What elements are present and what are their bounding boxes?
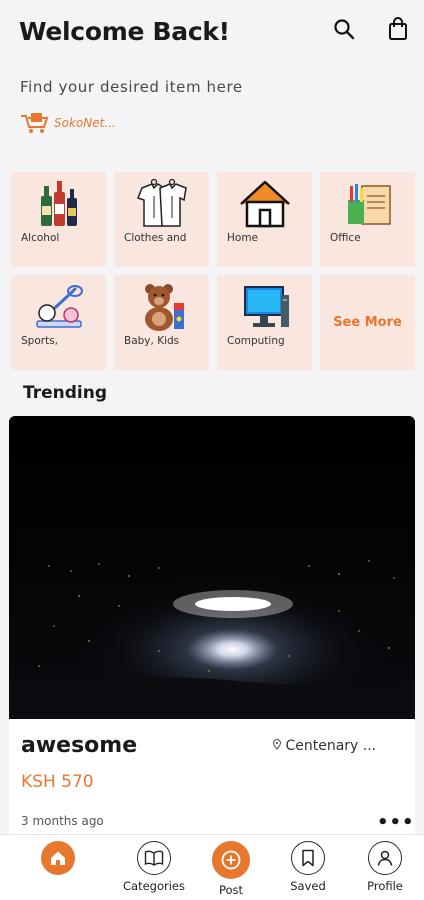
- search-prompt: Find your desired item here: [20, 78, 243, 96]
- category-office[interactable]: Office: [320, 172, 415, 267]
- sports-icon: [35, 285, 83, 328]
- nav-saved[interactable]: Saved: [268, 841, 348, 893]
- profile-icon-circle: [368, 841, 402, 875]
- category-computing[interactable]: Computing: [217, 275, 312, 370]
- location-pin-icon: [272, 738, 282, 750]
- house-icon: [239, 180, 290, 228]
- post-icon-circle: [212, 841, 250, 879]
- shopping-bag-icon: [389, 17, 407, 40]
- shopping-bag-button[interactable]: [385, 16, 411, 42]
- trending-heading: Trending: [23, 383, 108, 403]
- category-baby-kids[interactable]: Baby, Kids: [114, 275, 209, 370]
- category-label: Sports,: [21, 335, 58, 347]
- home-icon: [51, 851, 65, 865]
- category-label: Baby, Kids: [124, 335, 180, 347]
- trending-item-card[interactable]: awesome Centenary ... KSH 570 3 months a…: [9, 416, 415, 846]
- home-icon-circle: [41, 841, 75, 875]
- nav-post[interactable]: Post: [191, 841, 271, 897]
- computer-icon: [243, 286, 289, 327]
- nav-saved-label: Saved: [290, 879, 326, 893]
- teddy-bear-icon: [144, 284, 184, 331]
- bookmark-icon: [302, 849, 314, 867]
- category-home[interactable]: Home: [217, 172, 312, 267]
- search-button[interactable]: [331, 16, 357, 42]
- nav-categories-label: Categories: [123, 879, 185, 893]
- category-label: Computing: [227, 335, 285, 347]
- saved-icon-circle: [291, 841, 325, 875]
- category-sports[interactable]: Sports,: [11, 275, 106, 370]
- bottom-navigation: Categories Post Saved Profile: [0, 834, 424, 900]
- header: Welcome Back!: [0, 0, 424, 70]
- clothes-icon: [136, 178, 187, 227]
- item-location: Centenary ...: [272, 738, 377, 754]
- nav-post-label: Post: [218, 883, 244, 897]
- alcohol-bottles-icon: [40, 181, 77, 226]
- page-title: Welcome Back!: [19, 17, 230, 46]
- more-options-button[interactable]: •••: [377, 812, 415, 833]
- logo-text: SokoNet...: [54, 116, 116, 130]
- item-posted-time: 3 months ago: [21, 814, 104, 828]
- user-icon: [377, 850, 393, 866]
- category-label: Home: [227, 232, 259, 244]
- item-price: KSH 570: [21, 772, 94, 792]
- office-supplies-icon: [347, 184, 391, 225]
- category-label: Alcohol: [21, 232, 60, 244]
- brand-logo: SokoNet...: [20, 112, 116, 134]
- night-city-photo: [9, 416, 415, 719]
- category-clothes[interactable]: Clothes and: [114, 172, 209, 267]
- search-icon: [334, 19, 355, 40]
- nav-home[interactable]: [18, 841, 98, 875]
- nav-categories[interactable]: Categories: [114, 841, 194, 893]
- categories-icon-circle: [137, 841, 171, 875]
- location-text: Centenary ...: [285, 738, 377, 754]
- item-photo[interactable]: [9, 416, 415, 719]
- category-label: Office: [330, 232, 361, 244]
- see-more-button[interactable]: See More: [320, 275, 415, 370]
- see-more-label: See More: [333, 315, 402, 330]
- category-alcohol[interactable]: Alcohol: [11, 172, 106, 267]
- nav-profile[interactable]: Profile: [345, 841, 424, 893]
- book-icon: [144, 850, 164, 866]
- cart-logo-icon: [21, 113, 49, 133]
- item-title: awesome: [21, 733, 138, 758]
- category-label: Clothes and: [124, 232, 187, 244]
- add-circle-icon: [221, 850, 241, 870]
- nav-profile-label: Profile: [367, 879, 403, 893]
